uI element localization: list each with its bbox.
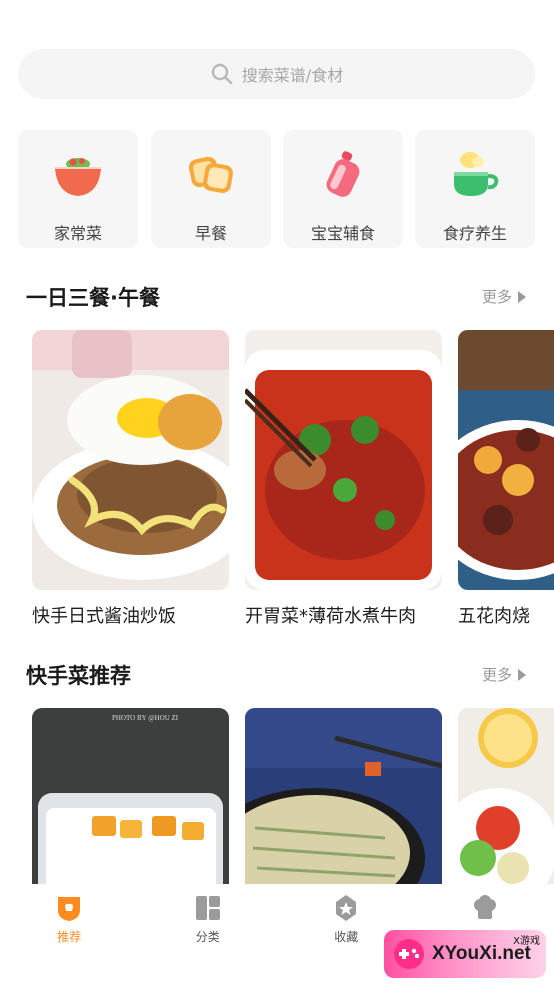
watermark-small-text: X游戏	[513, 936, 540, 947]
recipe-card[interactable]: PHOTO BY @HOU ZI	[32, 708, 229, 884]
photo-credit: PHOTO BY @HOU ZI	[112, 714, 179, 722]
quick-recipe-row[interactable]: PHOTO BY @HOU ZI	[0, 708, 554, 884]
tab-favorites[interactable]: 收藏	[296, 894, 396, 986]
chef-badge-icon	[58, 897, 81, 921]
recipe-image	[458, 330, 554, 590]
recipe-card[interactable]: 五花肉烧	[458, 330, 554, 628]
recipe-image: PHOTO BY @HOU ZI	[32, 708, 229, 884]
recipe-title: 快手日式酱油炒饭	[32, 606, 176, 627]
tab-label: 收藏	[334, 930, 359, 944]
category-grid: 家常菜 早餐 宝宝辅食 食疗养生	[18, 130, 536, 248]
section-title-quick-dishes: 快手菜推荐	[26, 664, 131, 688]
site-watermark: XYouXi.net X游戏	[384, 930, 546, 978]
lunch-recipe-row[interactable]: 快手日式酱油炒饭 开胃菜*薄荷水煮牛肉 五花肉烧	[0, 330, 554, 630]
more-link-lunch[interactable]: 更多	[482, 286, 526, 307]
category-home-cooking[interactable]: 家常菜	[18, 130, 138, 248]
category-label: 家常菜	[53, 224, 102, 243]
toast-icon	[188, 156, 233, 193]
search-placeholder: 搜索菜谱/食材	[241, 66, 344, 85]
category-label: 早餐	[194, 224, 227, 243]
recipe-card[interactable]: 快手日式酱油炒饭	[32, 330, 229, 628]
section-title-lunch: 一日三餐·午餐	[26, 286, 160, 310]
tab-label: 推荐	[57, 930, 82, 944]
more-link-quick-dishes[interactable]: 更多	[482, 664, 526, 685]
tab-recommend[interactable]: 推荐	[19, 894, 119, 986]
category-breakfast[interactable]: 早餐	[151, 130, 271, 248]
recipe-title: 五花肉烧	[458, 606, 530, 627]
category-label: 食疗养生	[442, 224, 507, 243]
category-diet-therapy[interactable]: 食疗养生	[415, 130, 535, 248]
gamepad-logo-icon	[394, 939, 424, 969]
star-icon	[336, 895, 357, 921]
search-bar[interactable]: 搜索菜谱/食材	[18, 49, 535, 99]
more-label: 更多	[481, 288, 512, 306]
category-baby-food[interactable]: 宝宝辅食	[283, 130, 403, 248]
baby-bottle-icon	[326, 151, 360, 197]
chevron-right-icon	[518, 290, 526, 303]
chevron-right-icon	[518, 668, 526, 681]
salad-bowl-icon	[55, 158, 101, 196]
tea-cup-icon	[454, 152, 499, 196]
recipe-title: 开胃菜*薄荷水煮牛肉	[245, 606, 416, 627]
grid-icon	[195, 896, 220, 920]
search-icon	[211, 63, 233, 85]
tab-category[interactable]: 分类	[158, 894, 258, 986]
recipe-card[interactable]: 开胃菜*薄荷水煮牛肉	[245, 330, 442, 628]
recipe-image	[458, 708, 554, 884]
recipe-card[interactable]	[458, 708, 554, 884]
recipe-image	[245, 708, 442, 884]
recipe-image	[245, 330, 442, 590]
recipe-card[interactable]	[245, 708, 442, 884]
category-label: 宝宝辅食	[310, 224, 375, 243]
more-label: 更多	[481, 666, 512, 684]
chef-hat-icon	[473, 895, 496, 919]
tab-label: 分类	[195, 930, 220, 944]
recipe-image	[32, 330, 229, 590]
